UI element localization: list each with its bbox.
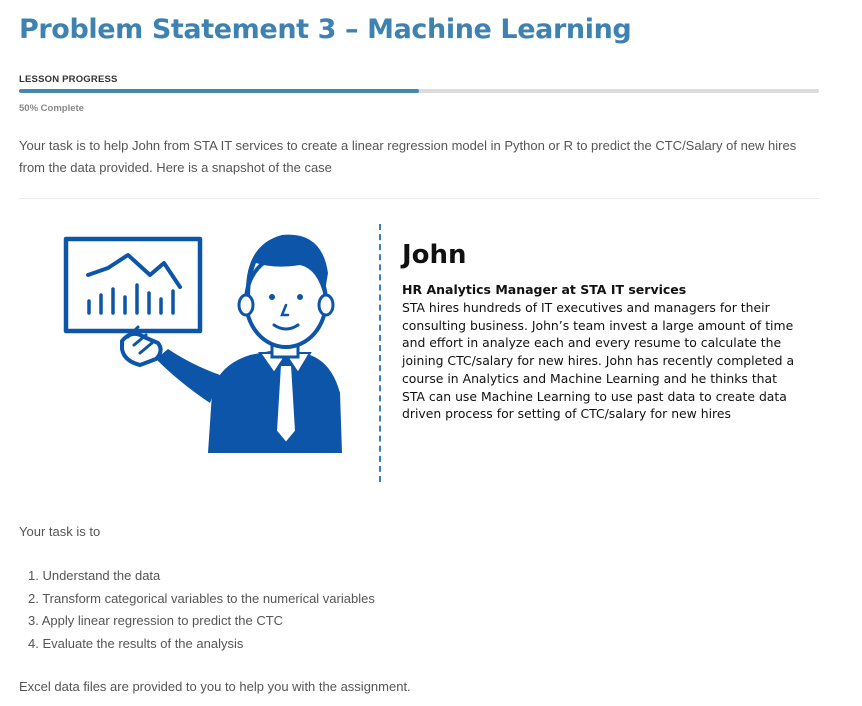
task-list: 1. Understand the data 2. Transform cate… [19,566,375,656]
lesson-progress-bar [19,89,819,93]
person-role: HR Analytics Manager at STA IT services [402,282,687,297]
person-description: STA hires hundreds of IT executives and … [402,300,795,422]
lesson-progress-status: 50% Complete [19,103,84,114]
lesson-progress-label: LESSON PROGRESS [19,74,118,85]
tasks-intro: Your task is to [19,524,101,539]
list-item: 2. Transform categorical variables to th… [28,590,375,606]
person-name: John [402,240,467,270]
list-item: 4. Evaluate the results of the analysis [28,635,244,651]
page-title: Problem Statement 3 – Machine Learning [19,14,632,45]
footer-note: Excel data files are provided to you to … [19,679,411,694]
card-divider [379,224,381,482]
intro-paragraph: Your task is to help John from STA IT se… [19,138,797,175]
lesson-progress-fill [19,89,419,93]
section-divider [19,198,819,199]
list-item: 3. Apply linear regression to predict th… [28,613,284,628]
presenter-with-chart-icon [60,225,350,462]
list-item: 1. Understand the data [28,568,161,583]
